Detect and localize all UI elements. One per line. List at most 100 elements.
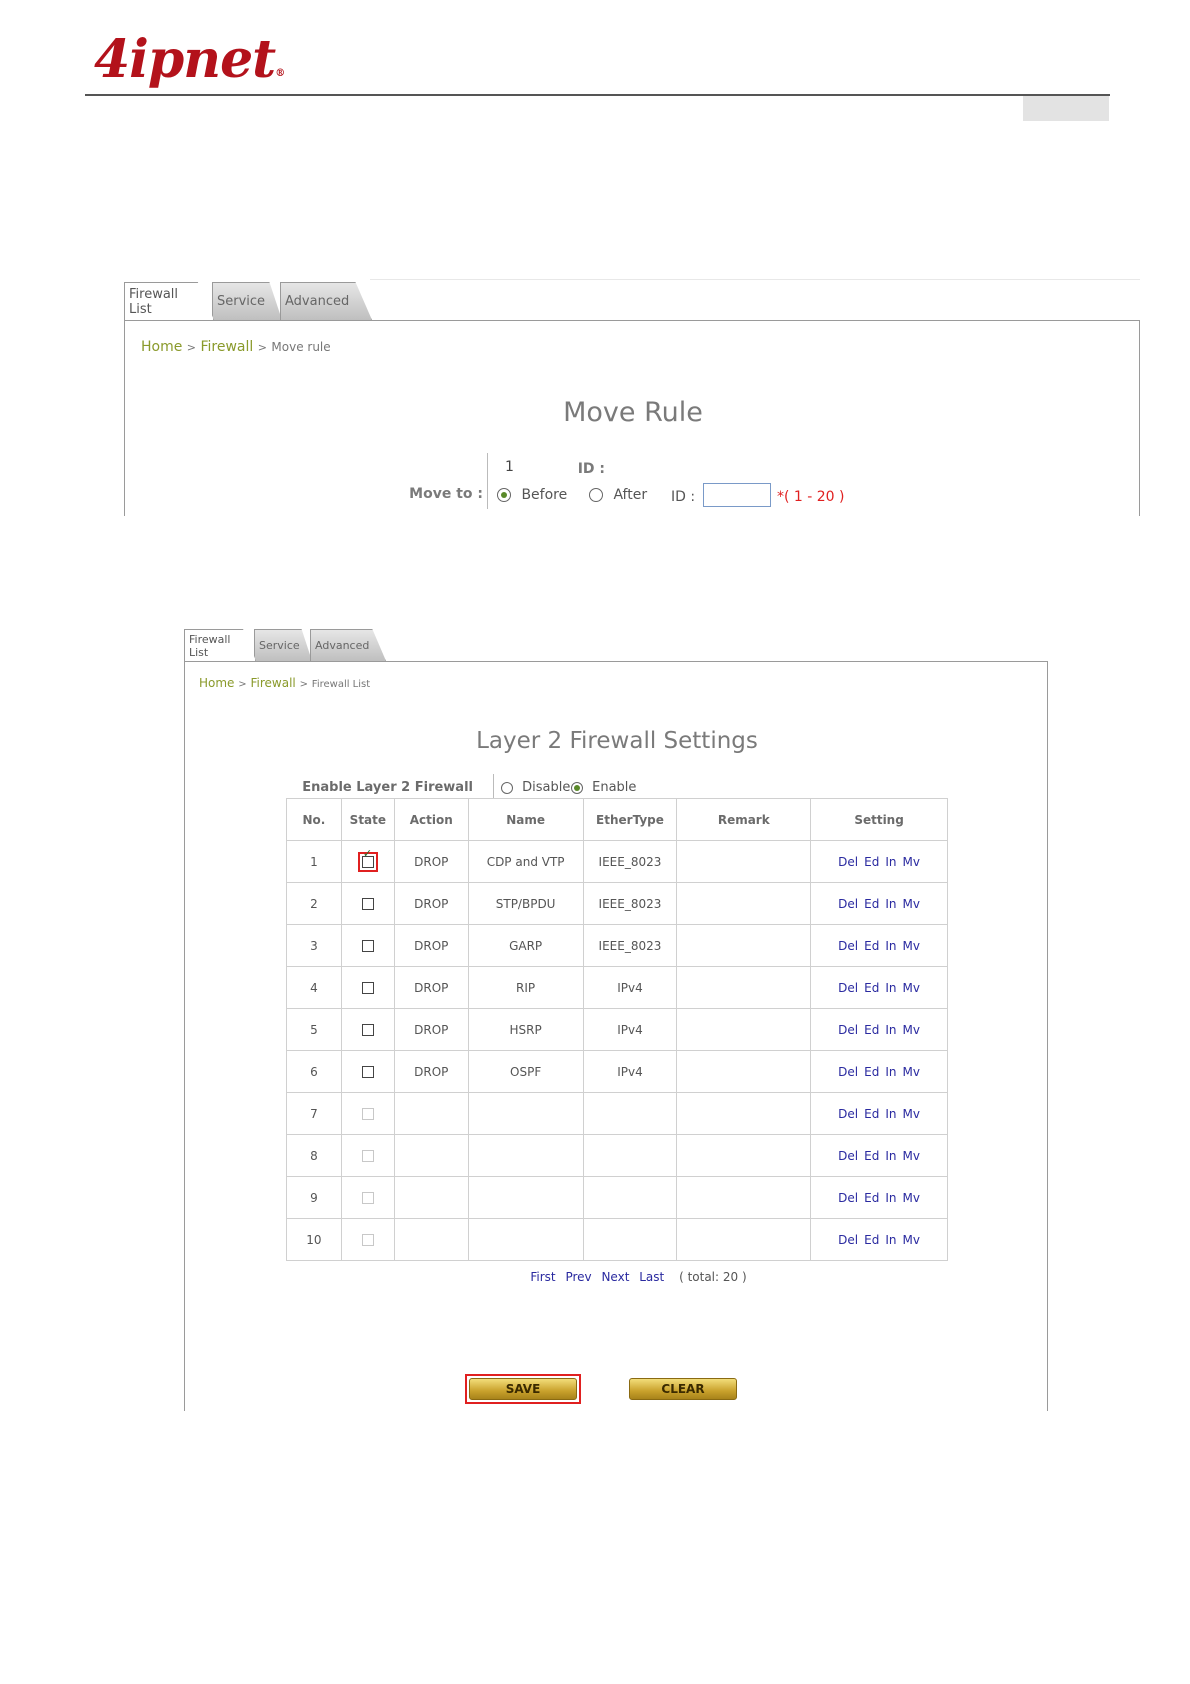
rule-name: OSPF [467, 1050, 584, 1093]
before-radio[interactable] [497, 488, 511, 502]
edit-link[interactable]: Ed [864, 981, 879, 995]
tab-service[interactable]: Service [212, 282, 282, 320]
move-link[interactable]: Mv [902, 1191, 919, 1205]
disable-option[interactable]: Disable [501, 780, 570, 795]
move-link[interactable]: Mv [902, 1149, 919, 1163]
move-rule-panel: Home > Firewall > Move rule Move Rule ID… [124, 320, 1140, 516]
rule-state-checkbox [361, 1108, 374, 1120]
delete-link[interactable]: Del [838, 897, 858, 911]
disable-radio[interactable] [501, 781, 513, 794]
enable-radio[interactable] [571, 781, 583, 794]
move-link[interactable]: Mv [902, 897, 919, 911]
rule-state-cell [340, 1092, 395, 1135]
insert-link[interactable]: In [885, 1023, 896, 1037]
breadcrumb-home[interactable]: Home [141, 339, 182, 355]
rule-state-checkbox[interactable] [361, 1066, 374, 1078]
breadcrumb-firewall-2[interactable]: Firewall [250, 676, 295, 690]
before-option[interactable]: Before [497, 487, 567, 503]
pager-last[interactable]: Last [639, 1270, 664, 1284]
save-button[interactable]: SAVE [469, 1378, 577, 1400]
move-link[interactable]: Mv [902, 1065, 919, 1079]
rule-name [467, 1176, 584, 1219]
move-link[interactable]: Mv [902, 855, 919, 869]
rule-state-checkbox [361, 1192, 374, 1204]
rule-state-checkbox[interactable] [361, 982, 374, 994]
move-link[interactable]: Mv [902, 981, 919, 995]
rule-remark [676, 840, 812, 883]
column-header: State [340, 798, 395, 841]
rule-state-cell [340, 1050, 395, 1093]
insert-link[interactable]: In [885, 855, 896, 869]
pager-first[interactable]: First [530, 1270, 555, 1284]
move-link[interactable]: Mv [902, 939, 919, 953]
delete-link[interactable]: Del [838, 1191, 858, 1205]
rule-ethertype: IEEE_8023 [582, 924, 678, 967]
insert-link[interactable]: In [885, 981, 896, 995]
rule-state-checkbox[interactable] [361, 940, 374, 952]
rule-setting-cell: Del Ed In Mv [810, 1218, 948, 1261]
insert-link[interactable]: In [885, 1065, 896, 1079]
pager-prev[interactable]: Prev [565, 1270, 591, 1284]
delete-link[interactable]: Del [838, 855, 858, 869]
after-radio[interactable] [589, 488, 603, 502]
move-link[interactable]: Mv [902, 1233, 919, 1247]
rule-number: 10 [286, 1218, 342, 1261]
tab-firewall-list-2[interactable]: Firewall List [184, 629, 256, 661]
tab-advanced-2[interactable]: Advanced [310, 629, 386, 661]
rule-number: 8 [286, 1134, 342, 1177]
edit-link[interactable]: Ed [864, 1065, 879, 1079]
rule-state-checkbox[interactable] [361, 898, 374, 910]
clear-button[interactable]: CLEAR [629, 1378, 737, 1400]
rule-ethertype: IPv4 [582, 1008, 678, 1051]
rule-number: 6 [286, 1050, 342, 1093]
rule-action [393, 1134, 469, 1177]
rule-name [467, 1092, 584, 1135]
breadcrumb-firewall[interactable]: Firewall [200, 339, 253, 355]
breadcrumb: Home > Firewall > Move rule [141, 339, 331, 355]
edit-link[interactable]: Ed [864, 897, 879, 911]
insert-link[interactable]: In [885, 1107, 896, 1121]
edit-link[interactable]: Ed [864, 1149, 879, 1163]
delete-link[interactable]: Del [838, 1149, 858, 1163]
rule-remark [676, 1050, 812, 1093]
edit-link[interactable]: Ed [864, 1233, 879, 1247]
delete-link[interactable]: Del [838, 939, 858, 953]
rule-action [393, 1218, 469, 1261]
table-row: 6 DROP OSPF IPv4 Del Ed In Mv [286, 1050, 948, 1093]
breadcrumb-home-2[interactable]: Home [199, 676, 234, 690]
enable-option[interactable]: Enable [571, 780, 636, 795]
rule-name: HSRP [467, 1008, 584, 1051]
pager-next[interactable]: Next [601, 1270, 629, 1284]
insert-link[interactable]: In [885, 1191, 896, 1205]
table-row: 2 DROP STP/BPDU IEEE_8023 Del Ed In Mv [286, 882, 948, 925]
edit-link[interactable]: Ed [864, 1191, 879, 1205]
pager: First Prev Next Last ( total: 20 ) [185, 1270, 1049, 1284]
rule-state-checkbox[interactable] [361, 855, 374, 868]
after-option[interactable]: After [589, 487, 647, 503]
move-link[interactable]: Mv [902, 1107, 919, 1121]
move-link[interactable]: Mv [902, 1023, 919, 1037]
insert-link[interactable]: In [885, 939, 896, 953]
column-header: Remark [676, 798, 812, 841]
tab-firewall-list[interactable]: Firewall List [124, 282, 214, 320]
insert-link[interactable]: In [885, 897, 896, 911]
rule-state-checkbox[interactable] [361, 1024, 374, 1036]
delete-link[interactable]: Del [838, 981, 858, 995]
delete-link[interactable]: Del [838, 1107, 858, 1121]
edit-link[interactable]: Ed [864, 1107, 879, 1121]
table-row: 10 Del Ed In Mv [286, 1218, 948, 1261]
edit-link[interactable]: Ed [864, 855, 879, 869]
tab-advanced[interactable]: Advanced [280, 282, 372, 320]
delete-link[interactable]: Del [838, 1233, 858, 1247]
rule-ethertype [582, 1092, 678, 1135]
delete-link[interactable]: Del [838, 1023, 858, 1037]
insert-link[interactable]: In [885, 1233, 896, 1247]
table-row: 3 DROP GARP IEEE_8023 Del Ed In Mv [286, 924, 948, 967]
table-row: 9 Del Ed In Mv [286, 1176, 948, 1219]
insert-link[interactable]: In [885, 1149, 896, 1163]
edit-link[interactable]: Ed [864, 1023, 879, 1037]
delete-link[interactable]: Del [838, 1065, 858, 1079]
target-id-input[interactable] [703, 483, 771, 507]
tab-service-2[interactable]: Service [254, 629, 312, 661]
edit-link[interactable]: Ed [864, 939, 879, 953]
